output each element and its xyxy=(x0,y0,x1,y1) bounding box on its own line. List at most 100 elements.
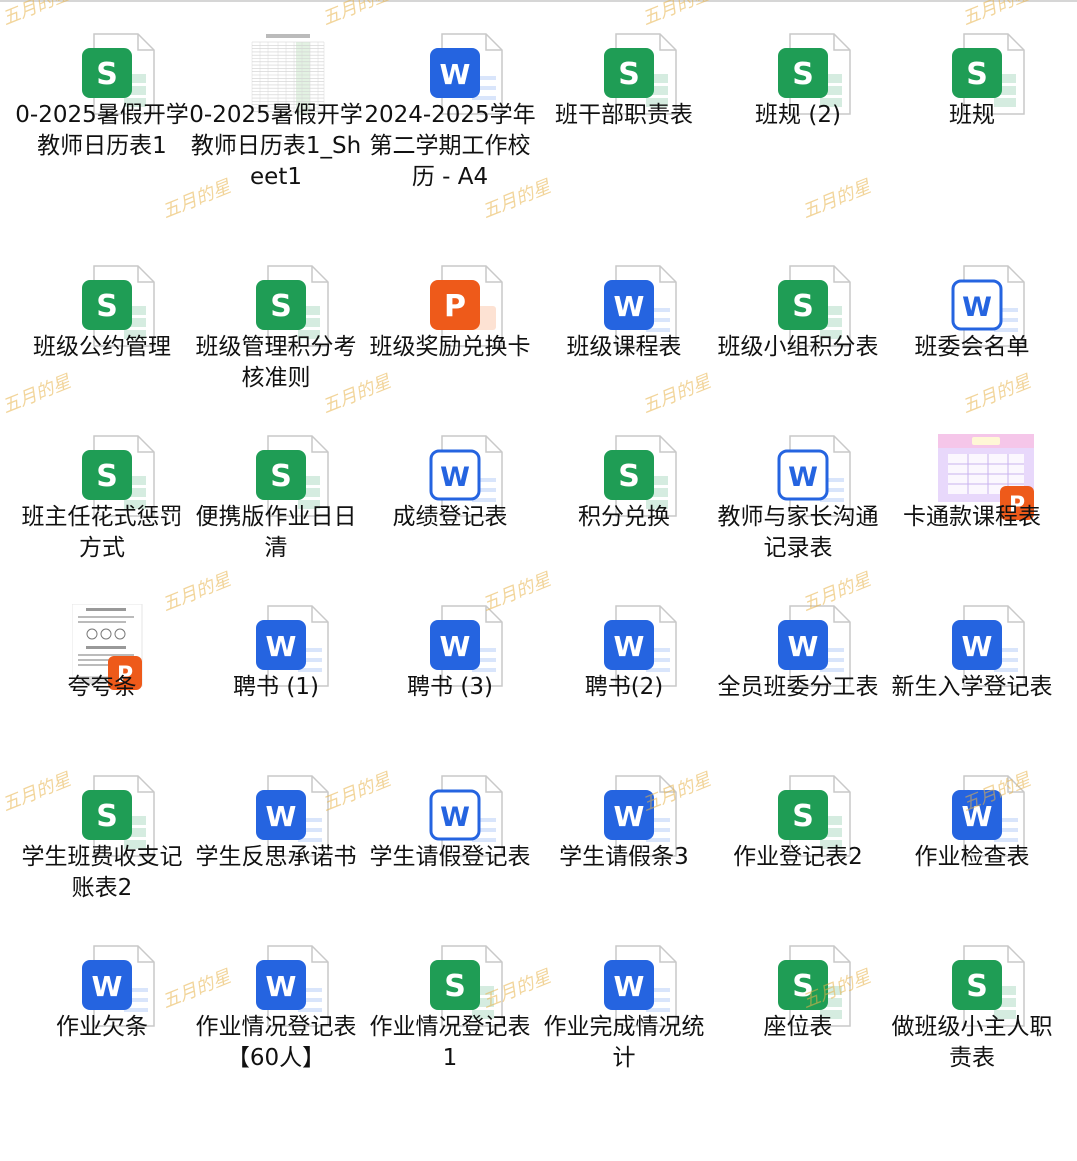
file-item[interactable]: P 班级奖励兑换卡 xyxy=(363,240,537,410)
file-item[interactable]: W 作业情况登记表【60人】 xyxy=(189,920,363,1090)
file-name-label: 作业情况登记表1 xyxy=(369,1014,531,1071)
file-item[interactable]: S 学生班费收支记账表2 xyxy=(15,750,189,920)
file-item[interactable]: W 全员班委分工表 xyxy=(711,580,885,750)
file-item[interactable]: W 2024-2025学年第二学期工作校历 - A4 xyxy=(363,8,537,190)
svg-text:W: W xyxy=(440,630,471,663)
file-name-label: 班规 xyxy=(949,102,995,128)
file-item[interactable]: S 班规 xyxy=(885,8,1059,178)
svg-text:W: W xyxy=(614,290,645,323)
file-item[interactable]: W 班委会名单 xyxy=(885,240,1059,410)
svg-text:W: W xyxy=(92,970,123,1003)
file-item[interactable]: W 聘书 (3) xyxy=(363,580,537,750)
file-name-label: 班主任花式惩罚方式 xyxy=(21,504,183,561)
svg-text:W: W xyxy=(266,970,297,1003)
file-item[interactable]: S 0-2025暑假开学教师日历表1 xyxy=(15,8,189,178)
svg-text:S: S xyxy=(792,969,814,1004)
svg-text:W: W xyxy=(440,462,470,493)
file-item[interactable]: S 班级公约管理 xyxy=(15,240,189,410)
file-item[interactable]: S 班干部职责表 xyxy=(537,8,711,178)
file-name-label: 班级课程表 xyxy=(566,334,682,360)
file-name-label: 作业检查表 xyxy=(914,844,1030,870)
file-name-label: 0-2025暑假开学教师日历表1 xyxy=(15,102,189,159)
file-name-label: 卡通款课程表 xyxy=(903,504,1041,530)
file-name-label: 班干部职责表 xyxy=(555,102,693,128)
svg-text:W: W xyxy=(440,58,471,91)
svg-text:W: W xyxy=(266,800,297,833)
file-icon-grid: S 0-2025暑假开学教师日历表1 0-2025暑假开学教师日历表1_Shee… xyxy=(0,0,1077,1161)
file-name-label: 作业完成情况统计 xyxy=(543,1014,705,1071)
file-item[interactable]: W 班级课程表 xyxy=(537,240,711,410)
file-name-label: 2024-2025学年第二学期工作校历 - A4 xyxy=(364,102,536,190)
file-item[interactable]: W 作业检查表 xyxy=(885,750,1059,920)
svg-text:W: W xyxy=(614,800,645,833)
file-name-label: 学生请假条3 xyxy=(559,844,689,870)
file-item[interactable]: S 作业情况登记表1 xyxy=(363,920,537,1090)
file-name-label: 班级奖励兑换卡 xyxy=(369,334,531,360)
svg-text:W: W xyxy=(788,630,819,663)
svg-text:P: P xyxy=(444,289,466,324)
svg-text:S: S xyxy=(270,459,292,494)
file-name-label: 便携版作业日日清 xyxy=(195,504,357,561)
svg-text:S: S xyxy=(96,57,118,92)
file-name-label: 班规 (2) xyxy=(755,102,841,128)
svg-text:S: S xyxy=(444,969,466,1004)
file-item[interactable]: W 成绩登记表 xyxy=(363,410,537,580)
file-name-label: 新生入学登记表 xyxy=(891,674,1053,700)
file-item[interactable]: S 座位表 xyxy=(711,920,885,1090)
file-item[interactable]: P 卡通款课程表 xyxy=(885,410,1059,580)
svg-text:S: S xyxy=(792,57,814,92)
file-item[interactable]: P 夸夸条 xyxy=(15,580,189,750)
file-item[interactable]: S 作业登记表2 xyxy=(711,750,885,920)
file-name-label: 成绩登记表 xyxy=(392,504,508,530)
file-item[interactable]: S 做班级小主人职责表 xyxy=(885,920,1059,1090)
file-item[interactable]: W 学生请假登记表 xyxy=(363,750,537,920)
file-item[interactable]: W 学生请假条3 xyxy=(537,750,711,920)
file-name-label: 学生反思承诺书 xyxy=(195,844,357,870)
svg-text:S: S xyxy=(792,289,814,324)
file-item[interactable]: S 班规 (2) xyxy=(711,8,885,178)
svg-text:W: W xyxy=(962,292,992,323)
svg-text:W: W xyxy=(440,802,470,833)
file-item[interactable]: S 便携版作业日日清 xyxy=(189,410,363,580)
file-name-label: 全员班委分工表 xyxy=(717,674,879,700)
file-item[interactable]: S 班级管理积分考核准则 xyxy=(189,240,363,410)
file-name-label: 夸夸条 xyxy=(67,674,137,700)
svg-text:W: W xyxy=(962,800,993,833)
svg-text:S: S xyxy=(96,289,118,324)
svg-text:S: S xyxy=(96,799,118,834)
file-item[interactable]: S 积分兑换 xyxy=(537,410,711,580)
file-name-label: 聘书(2) xyxy=(584,674,664,700)
file-item[interactable]: W 学生反思承诺书 xyxy=(189,750,363,920)
svg-text:S: S xyxy=(96,459,118,494)
file-name-label: 班级公约管理 xyxy=(33,334,171,360)
file-item[interactable]: W 聘书(2) xyxy=(537,580,711,750)
file-item[interactable]: S 班主任花式惩罚方式 xyxy=(15,410,189,580)
file-name-label: 0-2025暑假开学教师日历表1_Sheet1 xyxy=(189,102,363,190)
file-name-label: 座位表 xyxy=(763,1014,833,1040)
file-name-label: 班级小组积分表 xyxy=(717,334,879,360)
file-item[interactable]: W 聘书 (1) xyxy=(189,580,363,750)
file-item[interactable]: W 作业欠条 xyxy=(15,920,189,1090)
svg-text:W: W xyxy=(614,630,645,663)
svg-text:S: S xyxy=(792,799,814,834)
file-item[interactable]: W 新生入学登记表 xyxy=(885,580,1059,750)
file-name-label: 做班级小主人职责表 xyxy=(891,1014,1053,1071)
file-name-label: 班委会名单 xyxy=(914,334,1030,360)
svg-text:W: W xyxy=(614,970,645,1003)
svg-text:W: W xyxy=(788,462,818,493)
file-item[interactable]: S 班级小组积分表 xyxy=(711,240,885,410)
file-item[interactable]: W 作业完成情况统计 xyxy=(537,920,711,1090)
file-name-label: 教师与家长沟通记录表 xyxy=(717,504,879,561)
svg-text:S: S xyxy=(966,57,988,92)
file-item[interactable]: W 教师与家长沟通记录表 xyxy=(711,410,885,580)
svg-text:W: W xyxy=(962,630,993,663)
file-item[interactable]: 0-2025暑假开学教师日历表1_Sheet1 xyxy=(189,8,363,190)
file-name-label: 学生请假登记表 xyxy=(369,844,531,870)
file-name-label: 聘书 (3) xyxy=(407,674,493,700)
svg-text:S: S xyxy=(966,969,988,1004)
svg-text:W: W xyxy=(266,630,297,663)
file-name-label: 作业情况登记表【60人】 xyxy=(195,1014,357,1071)
file-name-label: 作业登记表2 xyxy=(733,844,863,870)
svg-text:S: S xyxy=(270,289,292,324)
file-name-label: 聘书 (1) xyxy=(233,674,319,700)
